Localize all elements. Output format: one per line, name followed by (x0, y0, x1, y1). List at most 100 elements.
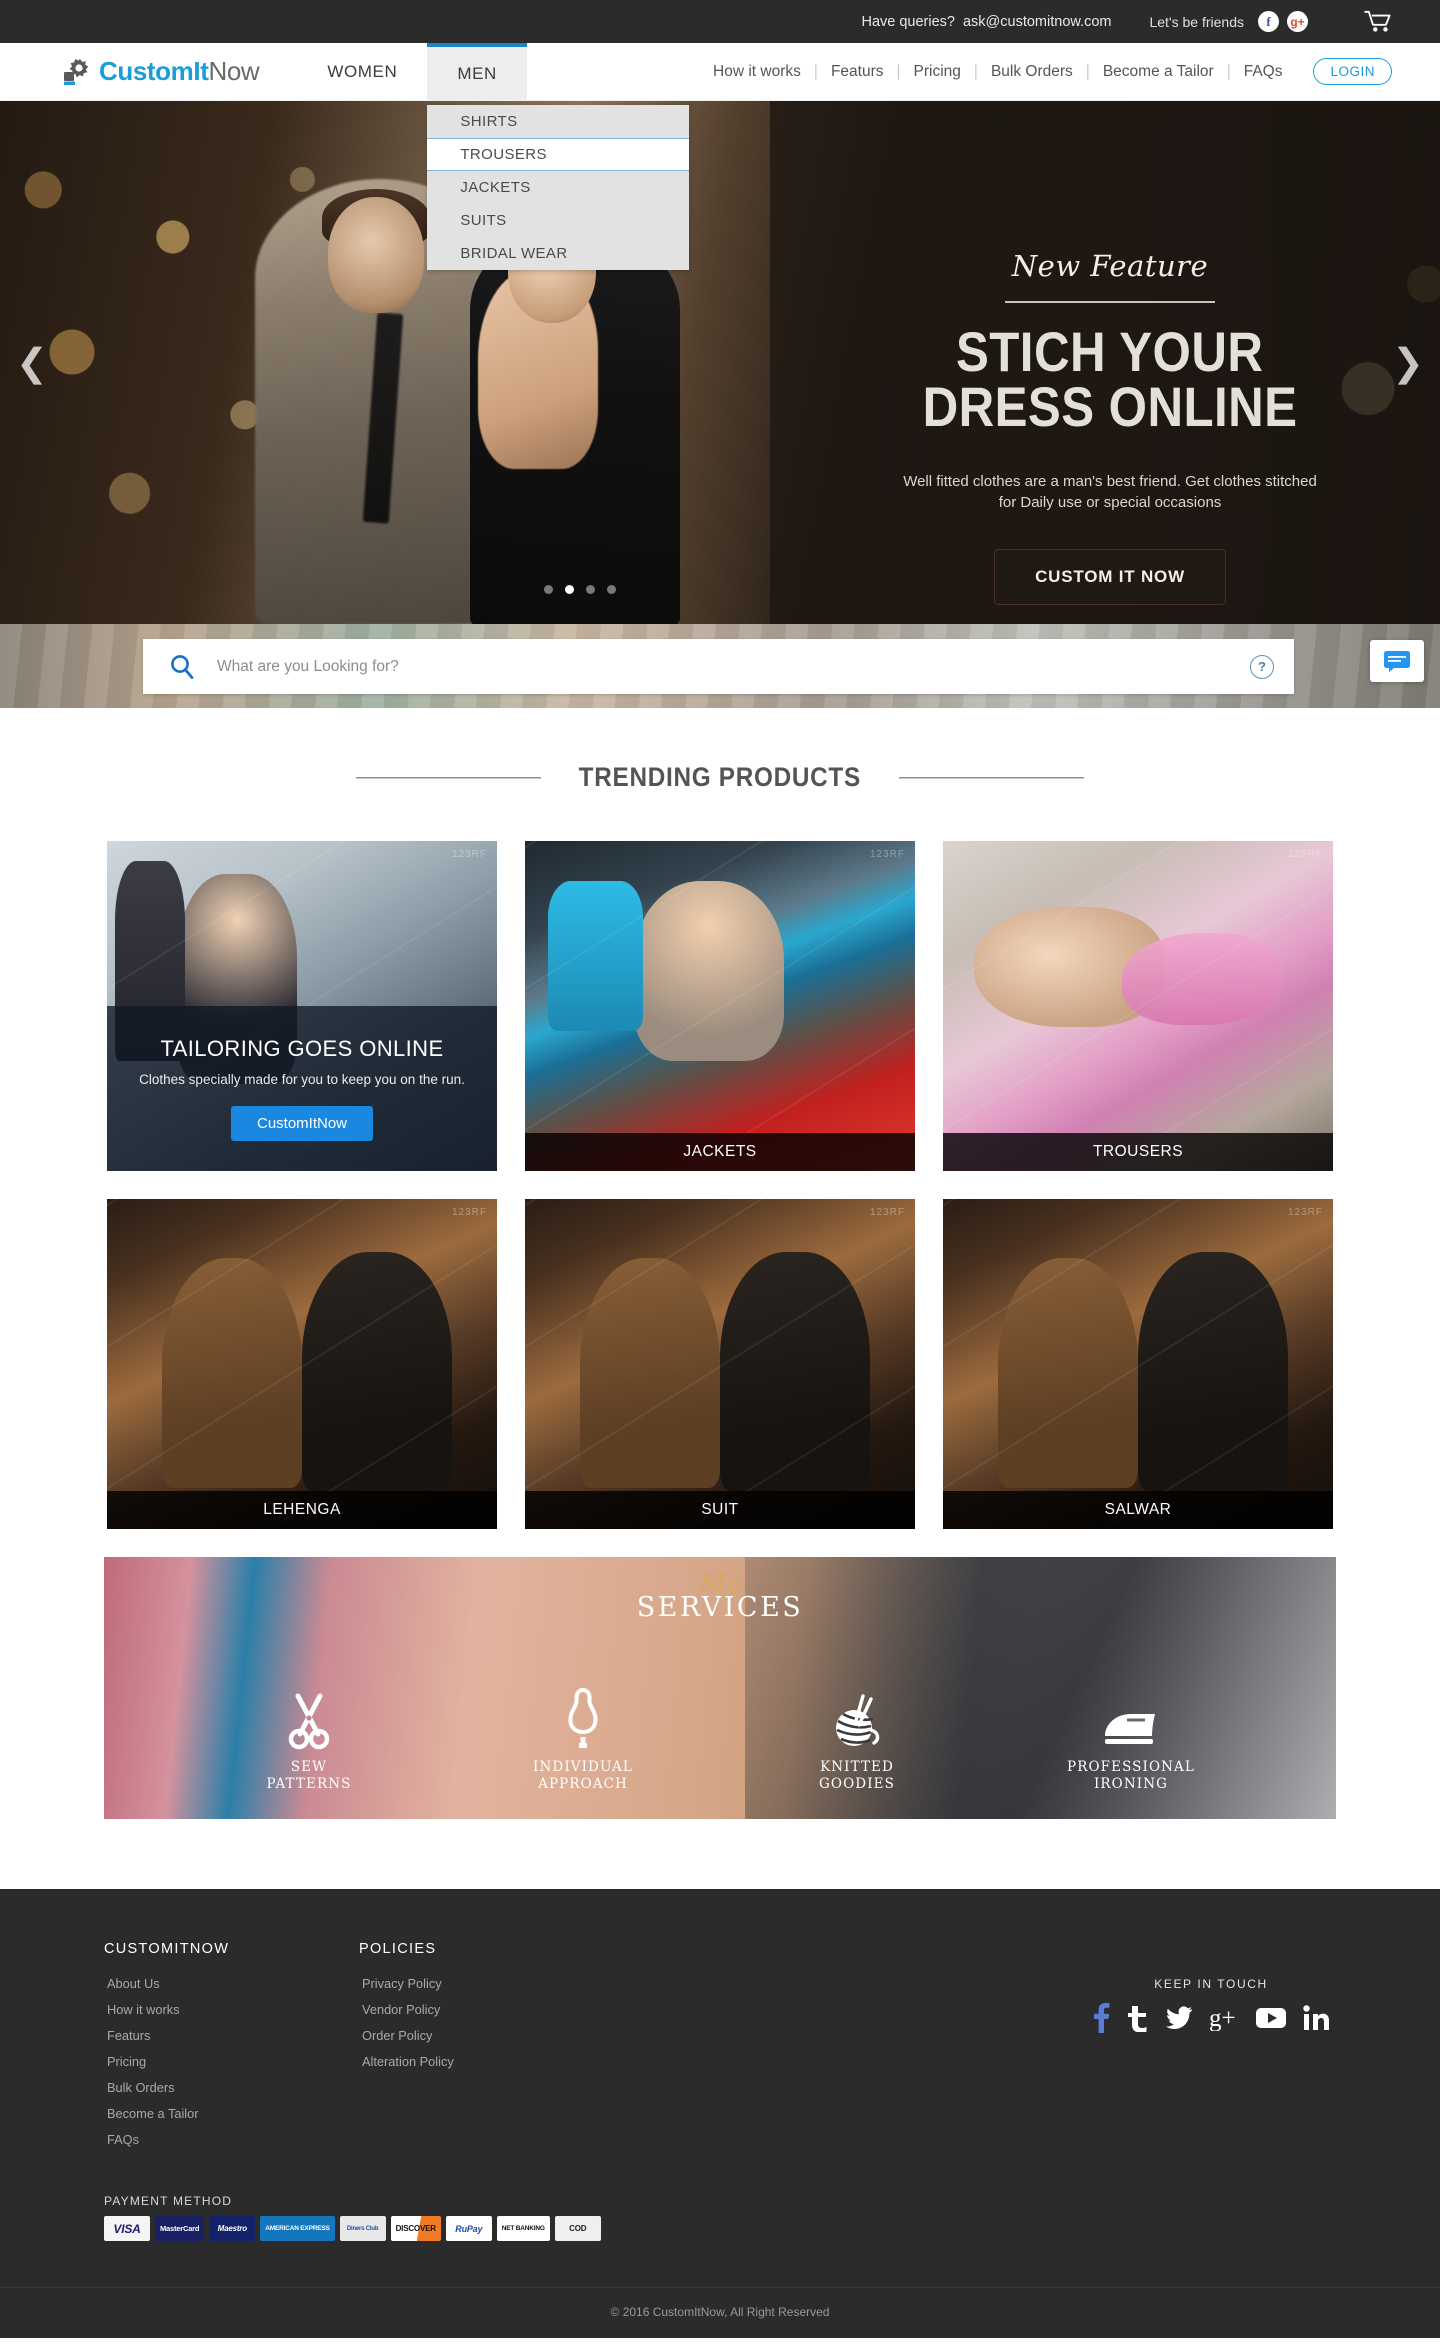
carousel-dot-3[interactable] (586, 585, 595, 594)
scissors-icon (224, 1684, 394, 1750)
dropdown-item-jackets[interactable]: JACKETS (427, 171, 689, 204)
search-icon[interactable] (169, 654, 195, 680)
payment-methods-block: PAYMENT METHOD VISA MasterCard Maestro A… (104, 2194, 1336, 2241)
footer-link-vendor-policy[interactable]: Vendor Policy (359, 1996, 614, 2022)
product-card-lehenga[interactable]: LEHENGA (107, 1199, 497, 1529)
services-item-list: SEW PATTERNS INDIVIDUAL APPROACH KNITTED… (224, 1684, 1216, 1793)
promo-card-tailoring[interactable]: TAILORING GOES ONLINE Clothes specially … (107, 841, 497, 1171)
dropdown-item-jackets-label: JACKETS (460, 179, 531, 196)
footer-link-become-a-tailor[interactable]: Become a Tailor (104, 2100, 359, 2126)
service-label-line1: INDIVIDUAL (533, 1759, 633, 1776)
promo-text: Clothes specially made for you to keep y… (139, 1071, 465, 1087)
search-help-icon[interactable]: ? (1250, 654, 1274, 679)
footer-link-faqs[interactable]: FAQs (104, 2126, 359, 2152)
logo-now: Now (208, 56, 260, 86)
dropdown-item-bridal-wear-label: BRIDAL WEAR (460, 245, 568, 262)
footer-link-alteration-policy[interactable]: Alteration Policy (359, 2048, 614, 2074)
logo-custom: Custom (99, 56, 194, 86)
youtube-icon[interactable] (1256, 2007, 1286, 2034)
product-card-photo (107, 1199, 497, 1529)
promo-cta-button[interactable]: CustomItNow (230, 1106, 374, 1142)
services-title-main: SERVICES (636, 1592, 804, 1624)
mannequin-icon (498, 1684, 668, 1750)
nav-how-it-works[interactable]: How it works (700, 63, 814, 81)
payment-maestro-icon: Maestro (209, 2216, 256, 2241)
twitter-bird-old-icon[interactable] (1127, 2004, 1149, 2037)
service-individual-approach[interactable]: INDIVIDUAL APPROACH (498, 1684, 668, 1793)
service-label: PROFESSIONAL IRONING (1046, 1759, 1216, 1793)
carousel-dot-2[interactable] (565, 585, 574, 594)
footer-link-bulk-orders[interactable]: Bulk Orders (104, 2074, 359, 2100)
search-input[interactable] (217, 657, 1250, 676)
search-bar: ? (143, 639, 1294, 694)
search-strip: ? (0, 624, 1440, 708)
facebook-icon[interactable]: f (1258, 11, 1279, 32)
dropdown-item-bridal-wear[interactable]: BRIDAL WEAR (427, 237, 689, 270)
hero-title-line2: DRESS ONLINE (922, 374, 1298, 438)
service-professional-ironing[interactable]: PROFESSIONAL IRONING (1046, 1684, 1216, 1793)
product-card-salwar[interactable]: SALWAR (943, 1199, 1333, 1529)
hero-cta-button[interactable]: CUSTOM IT NOW (994, 549, 1226, 606)
section-spacer (0, 1819, 1440, 1889)
carousel-prev-arrow[interactable]: ❮ (16, 340, 48, 385)
hero-subtitle: Well fitted clothes are a man's best fri… (903, 472, 1317, 512)
cart-button[interactable] (1364, 10, 1394, 34)
shopping-cart-icon (1364, 10, 1391, 32)
nav-become-a-tailor[interactable]: Become a Tailor (1090, 63, 1227, 81)
keep-in-touch-block: KEEP IN TOUCH g+ (1086, 1977, 1336, 2038)
dropdown-item-trousers[interactable]: TROUSERS (427, 138, 690, 171)
service-knitted-goodies[interactable]: KNITTED GOODIES (772, 1684, 942, 1793)
chat-bubble-icon (1384, 651, 1410, 672)
login-button[interactable]: LOGIN (1313, 58, 1392, 85)
product-card-photo (943, 1199, 1333, 1529)
dropdown-item-shirts[interactable]: SHIRTS (427, 105, 689, 138)
product-grid: TAILORING GOES ONLINE Clothes specially … (104, 841, 1336, 1529)
carousel-dot-4[interactable] (607, 585, 616, 594)
site-logo[interactable]: CustomItNow (0, 43, 297, 100)
product-card-photo (525, 1199, 915, 1529)
nav-bulk-orders[interactable]: Bulk Orders (978, 63, 1086, 81)
facebook-icon[interactable] (1093, 2003, 1110, 2038)
carousel-dot-1[interactable] (544, 585, 553, 594)
hero-male-face (328, 197, 424, 313)
support-email-link[interactable]: ask@customitnow.com (963, 14, 1112, 30)
linkedin-icon[interactable] (1303, 2005, 1329, 2036)
twitter-icon[interactable] (1166, 2006, 1192, 2035)
carousel-next-arrow[interactable]: ❯ (1392, 340, 1424, 385)
nav-item-men[interactable]: MEN SHIRTS TROUSERS JACKETS SUITS BRIDAL… (427, 43, 690, 270)
footer-link-privacy-policy[interactable]: Privacy Policy (359, 1970, 614, 1996)
footer-col2-title: POLICIES (359, 1941, 437, 1957)
footer-link-order-policy[interactable]: Order Policy (359, 2022, 614, 2048)
my-services-banner[interactable]: My SERVICES SEW PATTERNS INDIVIDUAL APPR… (104, 1557, 1336, 1819)
hero-title-line1: STICH YOUR (956, 320, 1264, 383)
nav-pricing[interactable]: Pricing (901, 63, 974, 81)
payment-net-banking-icon: NET BANKING (496, 2216, 550, 2241)
payment-diners-club-icon: Diners Club (339, 2216, 386, 2241)
service-sew-patterns[interactable]: SEW PATTERNS (224, 1684, 394, 1793)
google-plus-icon[interactable]: g+ (1209, 2005, 1239, 2036)
utility-top-bar: Have queries? ask@customitnow.com Let's … (0, 0, 1440, 43)
nav-featurs[interactable]: Featurs (818, 63, 897, 81)
logo-it: It (193, 56, 209, 86)
heading-rule-right (898, 776, 1084, 779)
footer-columns: CUSTOMITNOW About Us How it works Featur… (104, 1941, 1336, 2152)
product-card-trousers[interactable]: TROUSERS (943, 841, 1333, 1171)
footer-link-about-us[interactable]: About Us (104, 1970, 359, 1996)
product-card-suit[interactable]: SUIT (525, 1199, 915, 1529)
payment-rupay-icon: RuPay (445, 2216, 492, 2241)
copyright-text: © 2016 CustomItNow, All Right Reserved (0, 2287, 1440, 2338)
nav-item-women[interactable]: WOMEN (297, 43, 427, 100)
nav-faqs[interactable]: FAQs (1231, 63, 1296, 81)
footer-link-featurs[interactable]: Featurs (104, 2022, 359, 2048)
heading-rule-left (356, 776, 542, 779)
live-chat-button[interactable] (1370, 640, 1424, 682)
lets-be-friends-label: Let's be friends (1149, 13, 1244, 30)
product-card-caption: LEHENGA (107, 1491, 497, 1529)
promo-heading: TAILORING GOES ONLINE (160, 1035, 444, 1061)
footer-link-pricing[interactable]: Pricing (104, 2048, 359, 2074)
product-card-jackets[interactable]: JACKETS (525, 841, 915, 1171)
google-plus-icon[interactable]: g+ (1287, 11, 1308, 32)
dropdown-item-suits[interactable]: SUITS (427, 204, 689, 237)
keep-in-touch-label: KEEP IN TOUCH (1154, 1977, 1268, 1991)
footer-link-how-it-works[interactable]: How it works (104, 1996, 359, 2022)
